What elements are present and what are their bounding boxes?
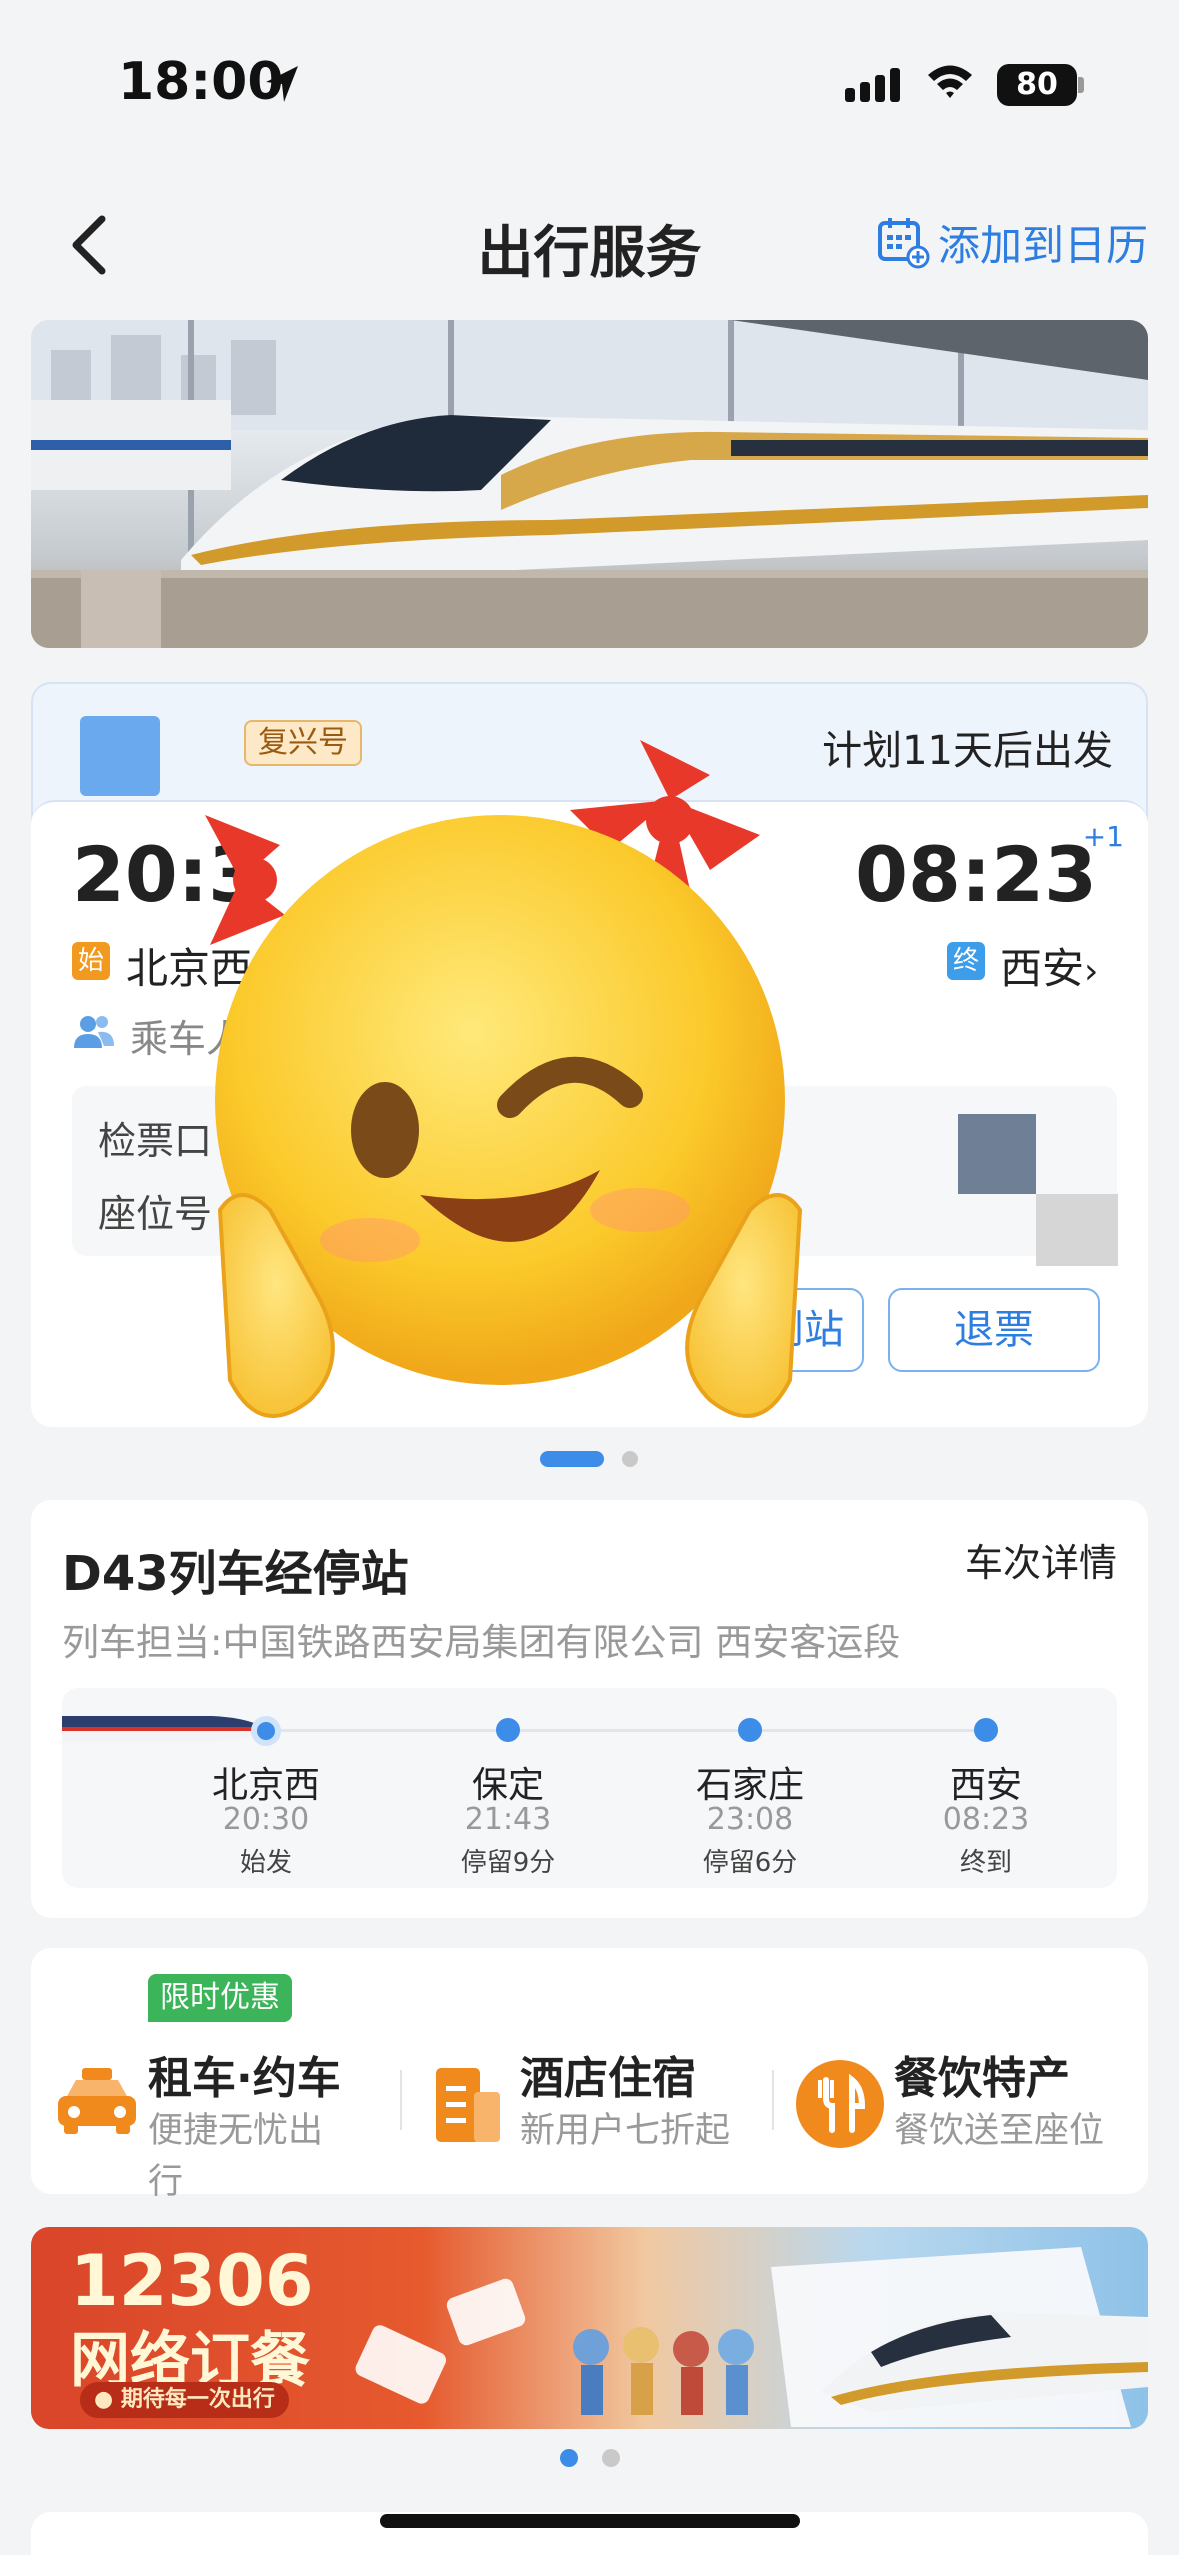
carousel-dot-active[interactable] [540,1451,604,1467]
mosaic-block [958,1114,1036,1194]
wifi-icon [928,65,972,98]
chevron-right-icon: › [1084,951,1099,992]
stop-name: 保定 [471,1765,544,1806]
service-taxi[interactable]: 租车·约车 便捷无忧出行 [52,2050,352,2202]
start-tag: 始 [72,942,110,980]
stop-dot [738,1718,762,1742]
location-arrow-icon [266,66,298,102]
cellular-signal-icon [845,66,905,102]
stop-name: 西安 [949,1765,1022,1806]
battery-nub [1078,77,1084,93]
stop-note: 终到 [959,1848,1012,1878]
service-hotel[interactable]: 酒店住宿 新用户七折起 [424,2050,764,2160]
end-tag: 终 [947,942,985,980]
departure-plan-text: 计划11天后出发 [822,728,1113,774]
train-operator-text: 列车担当:中国铁路西安局集团有限公司 西安客运段 [62,1621,901,1664]
add-to-calendar-button[interactable]: 添加到日历 [876,212,1148,272]
mosaic-block [1036,1194,1118,1266]
ad-slogan: ● 期待每一次出行 [80,2382,289,2418]
mini-train-icon [62,1716,267,1742]
taxi-icon [58,2068,136,2134]
hotel-icon [436,2068,500,2142]
service-subtitle: 新用户七折起 [520,2111,731,2151]
ad-carousel-dot-active[interactable] [560,2449,578,2467]
status-time: 18:00 [118,52,284,112]
divider [400,2070,402,2130]
divider [772,2070,774,2130]
seat-number-label: 座位号 [98,1192,213,1236]
route-line [270,1729,990,1732]
service-title: 餐饮特产 [894,2053,1070,2104]
arrival-station-link[interactable]: 西安› [1000,935,1098,996]
stop-note: 停留9分 [460,1848,556,1878]
day-offset-badge: +1 [1082,820,1124,853]
home-indicator[interactable] [380,2514,800,2528]
calendar-add-icon [878,218,930,269]
arrival-time: 08:23 [855,830,1097,919]
stop-note: 停留6分 [702,1848,798,1878]
bullet-train-illustration [31,320,1148,648]
service-subtitle: 便捷无忧出行 [148,2111,324,2202]
service-subtitle: 餐饮送至座位 [894,2111,1105,2151]
ticket-logo [80,716,160,796]
arrival-station: 西安 [1000,944,1085,993]
battery-indicator: 80 [997,64,1077,106]
stop-dot [496,1718,520,1742]
train-detail-link[interactable]: 车次详情 [965,1532,1117,1587]
passenger-icon [74,1016,114,1048]
refund-button[interactable]: 退票 [888,1288,1100,1372]
check-gate-label: 检票口 [98,1119,213,1163]
add-to-calendar-label: 添加到日历 [938,220,1149,270]
stops-title: D43列车经停站 [62,1546,409,1602]
service-title: 酒店住宿 [520,2053,696,2104]
stop-name: 石家庄 [695,1765,804,1806]
ad-carousel-dot[interactable] [602,2449,620,2467]
ad-title: 12306 [70,2240,314,2322]
carousel-dot[interactable] [622,1451,638,1467]
service-dining[interactable]: 餐饮特产 餐饮送至座位 [792,2050,1132,2160]
stop-time: 08:23 [942,1802,1030,1837]
stop-time: 21:43 [464,1802,552,1837]
promo-badge: 限时优惠 [148,1974,292,2022]
stop-note: 始发 [239,1848,292,1878]
stop-dot [251,1716,281,1746]
stop-name: 北京西 [211,1765,320,1806]
winking-emoji-sticker [205,740,803,1418]
dining-icon [796,2060,884,2148]
stop-time: 23:08 [706,1802,794,1837]
service-title: 租车·约车 [148,2053,341,2104]
stop-dot [974,1718,998,1742]
train-banner-image [31,320,1148,648]
stop-time: 20:30 [222,1802,310,1837]
